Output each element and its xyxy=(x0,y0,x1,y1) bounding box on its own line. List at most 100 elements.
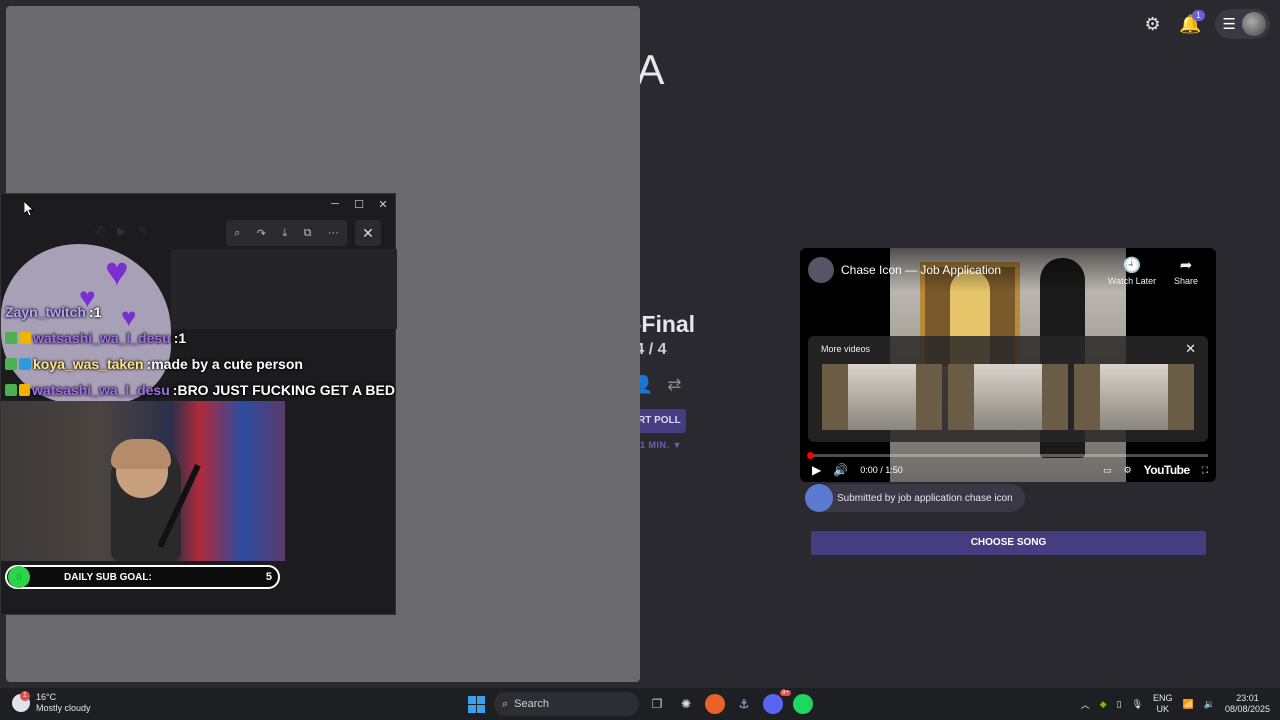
clock-date: 08/08/2025 xyxy=(1224,704,1270,714)
chat-username[interactable]: koya_was_taken xyxy=(33,356,144,372)
clock-icon: 🕘 xyxy=(1122,257,1142,274)
volume-icon[interactable]: 🔊 xyxy=(833,463,848,477)
zoom-in-icon[interactable]: ⌕ xyxy=(234,227,240,240)
youtube-logo[interactable]: YouTube xyxy=(1144,463,1191,477)
badge-icon xyxy=(5,332,17,344)
share-icon: ➦ xyxy=(1179,257,1193,274)
viewer-toolbar: ⌕ ↷ ⤓ ⧉ ··· xyxy=(226,220,347,246)
weather-badge: 1 xyxy=(20,691,30,701)
more-videos-panel: More videos ✕ xyxy=(808,336,1208,442)
language-indicator[interactable]: ENG UK xyxy=(1153,693,1173,715)
chatgpt-icon[interactable]: ✺ xyxy=(676,694,696,714)
video-icon: ▶ xyxy=(117,224,127,238)
battery-icon[interactable]: ▯ xyxy=(1117,699,1122,710)
chat-message: koya_was_taken : made by a cute person xyxy=(5,351,395,377)
chat-username[interactable]: watsashi_wa_l_desu xyxy=(32,382,170,398)
cloud-icon: 1 xyxy=(12,691,30,712)
chat-username[interactable]: watsashi_wa_l_desu xyxy=(33,330,171,346)
chat-message: watsashi_wa_l_desu : 1 xyxy=(5,325,395,351)
top-right-controls: ⚙ 🔔 1 ☰ xyxy=(1139,8,1270,40)
play-icon[interactable]: ▶ xyxy=(812,463,821,477)
rotate-icon[interactable]: ↷ xyxy=(257,227,266,240)
chat-message: Zayn_twitch : 1 xyxy=(5,299,395,325)
viewer-close-button[interactable]: ✕ xyxy=(355,220,381,246)
start-button[interactable] xyxy=(468,696,485,713)
poll-duration-select[interactable]: 1 MIN. ▼ xyxy=(640,440,682,450)
channel-avatar[interactable] xyxy=(808,257,834,283)
more-icon[interactable]: ··· xyxy=(328,227,339,239)
chat-text: made by a cute person xyxy=(151,356,303,372)
download-icon[interactable]: ⤓ xyxy=(282,227,287,240)
speaker-icon[interactable]: 🔉 xyxy=(1204,699,1215,710)
submitted-by-text: Submitted by job application chase icon xyxy=(837,492,1013,504)
chat-messages: Zayn_twitch : 1 watsashi_wa_l_desu : 1 k… xyxy=(5,299,395,403)
webcam-feed xyxy=(1,401,285,561)
gear-icon: ⚙ xyxy=(1144,13,1161,34)
open-external-icon[interactable]: ⧉ xyxy=(304,227,312,240)
watch-later-label: Watch Later xyxy=(1107,276,1157,286)
chat-text: BRO JUST FUCKING GET A BED xyxy=(177,382,395,398)
minimize-button[interactable]: ─ xyxy=(323,194,347,214)
crown-badge-icon xyxy=(19,332,31,344)
weather-widget[interactable]: 1 16°C Mostly cloudy xyxy=(12,691,91,714)
badge-icon xyxy=(5,384,17,396)
firefox-icon[interactable] xyxy=(705,694,725,714)
related-video-thumb[interactable] xyxy=(822,364,942,430)
spotify-icon[interactable] xyxy=(793,694,813,714)
submitted-by-pill: Submitted by job application chase icon xyxy=(805,484,1025,512)
menu-icon: ☰ xyxy=(1222,16,1236,33)
chat-text: 1 xyxy=(93,304,102,320)
badge-icon xyxy=(19,358,31,370)
window-close-button[interactable]: ✕ xyxy=(371,194,395,214)
taskbar-search[interactable]: ⌕ Search xyxy=(494,692,639,716)
taskbar: 1 16°C Mostly cloudy ⌕ Search ❐ ✺ ⚓ 9+ ︿… xyxy=(0,688,1280,720)
related-video-thumb[interactable] xyxy=(1074,364,1194,430)
fullscreen-icon[interactable]: ⛶ xyxy=(1202,465,1208,476)
maximize-button[interactable]: ☐ xyxy=(347,194,371,214)
notifications-button[interactable]: 🔔 1 xyxy=(1177,8,1205,40)
more-videos-close-icon[interactable]: ✕ xyxy=(1185,341,1196,357)
user-menu[interactable]: ☰ xyxy=(1214,9,1270,39)
settings-gear-icon[interactable]: ⚙ xyxy=(1124,465,1132,476)
watch-later-button[interactable]: 🕘 Watch Later xyxy=(1102,256,1162,286)
weather-temp: 16°C xyxy=(36,692,57,702)
notification-badge: 1 xyxy=(1192,10,1205,21)
related-video-thumb[interactable] xyxy=(948,364,1068,430)
pin-icon: ✎ xyxy=(138,224,149,238)
weather-desc: Mostly cloudy xyxy=(36,703,91,713)
youtube-player[interactable]: Chase Icon — Job Application 🕘 Watch Lat… xyxy=(800,248,1216,482)
search-icon: ⌕ xyxy=(502,697,509,710)
faint-toolbar: ✆ ▶ ✎ xyxy=(95,224,148,238)
progress-scrubber[interactable] xyxy=(807,452,814,459)
more-videos-title: More videos xyxy=(821,344,871,354)
shuffle-icon[interactable]: ⇄ xyxy=(667,375,681,395)
sub-goal-value: 5 xyxy=(265,571,272,583)
task-view-icon[interactable]: ❐ xyxy=(647,694,667,714)
daily-sub-goal-bar: 0 DAILY SUB GOAL: 5 xyxy=(5,565,280,589)
image-viewer-window: ─ ☐ ✕ ✆ ▶ ✎ ⌕ ↷ ⤓ ⧉ ··· ✕ ♥ ♥ ♥ Zayn_twi… xyxy=(0,193,397,615)
window-titlebar[interactable]: ─ ☐ ✕ xyxy=(1,194,395,214)
share-label: Share xyxy=(1173,276,1199,286)
video-title[interactable]: Chase Icon — Job Application xyxy=(841,263,1001,277)
heart-icon: ♥ xyxy=(105,250,129,294)
share-button[interactable]: ➦ Share xyxy=(1156,256,1216,286)
chat-username[interactable]: Zayn_twitch xyxy=(5,304,86,320)
phone-icon: ✆ xyxy=(95,224,106,238)
nvidia-icon[interactable]: ◆ xyxy=(1100,699,1107,710)
video-progress-bar[interactable] xyxy=(807,452,1208,459)
steam-icon[interactable]: ⚓ xyxy=(734,694,754,714)
crown-badge-icon xyxy=(18,384,31,396)
wifi-icon[interactable]: 📶 xyxy=(1183,699,1194,710)
subtitles-icon[interactable]: ▭ xyxy=(1103,465,1112,476)
choose-song-button[interactable]: CHOOSE SONG xyxy=(811,531,1206,555)
microphone-icon[interactable]: 🎙 xyxy=(1132,699,1143,710)
video-controls: ▶ 🔊 0:00 / 1:50 ▭ ⚙ YouTube ⛶ xyxy=(812,461,1208,479)
mouse-cursor-icon xyxy=(24,201,34,217)
clock[interactable]: 23:01 08/08/2025 xyxy=(1225,693,1270,715)
video-time: 0:00 / 1:50 xyxy=(860,465,903,475)
submitter-avatar xyxy=(805,484,833,512)
settings-button[interactable]: ⚙ xyxy=(1139,8,1167,40)
discord-icon[interactable]: 9+ xyxy=(763,690,791,714)
chevron-up-icon[interactable]: ︿ xyxy=(1081,698,1090,711)
discord-badge: 9+ xyxy=(780,690,791,696)
